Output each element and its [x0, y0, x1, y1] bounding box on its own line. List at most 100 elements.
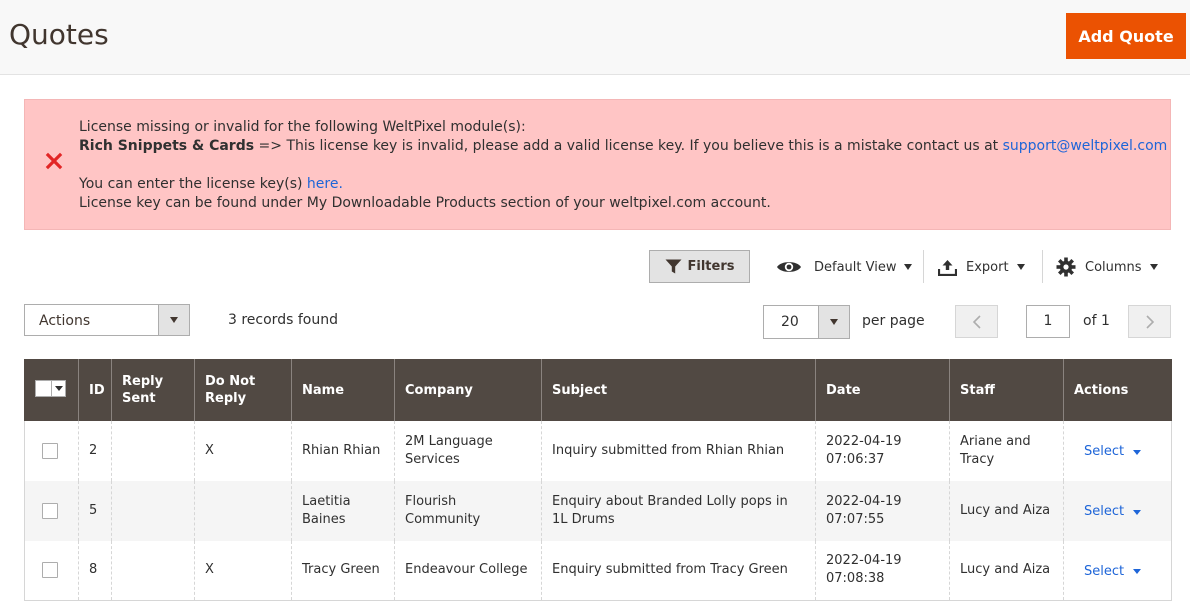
- select-label: Select: [1084, 563, 1125, 579]
- quotes-grid: ID Reply Sent Do Not Reply Name Company …: [24, 359, 1172, 601]
- chevron-down-icon: [904, 264, 913, 270]
- row-checkbox[interactable]: [42, 442, 58, 459]
- page-total: of 1: [1083, 313, 1110, 329]
- filters-label: Filters: [687, 259, 735, 274]
- mass-select-checkbox[interactable]: [35, 379, 66, 397]
- cell-id: 5: [78, 480, 112, 541]
- table-row[interactable]: 5 Laetitia Baines Flourish Community Enq…: [24, 480, 1172, 541]
- per-page-value: 20: [781, 314, 799, 330]
- cell-date: 2022-04-19 07:08:38: [815, 540, 950, 601]
- column-header-actions: Actions: [1063, 359, 1172, 421]
- view-label: Default View: [814, 259, 897, 275]
- license-error-message: License missing or invalid for the follo…: [24, 99, 1171, 230]
- row-select-action[interactable]: Select: [1074, 443, 1142, 461]
- license-here-link[interactable]: here.: [307, 176, 343, 192]
- cell-company: Endeavour College: [394, 540, 542, 601]
- cell-name: Tracy Green: [291, 540, 395, 601]
- mass-actions-select[interactable]: Actions: [24, 304, 190, 336]
- chevron-down-icon: [818, 306, 849, 338]
- cell-actions: Select: [1063, 480, 1172, 541]
- chevron-down-icon: [1149, 264, 1158, 270]
- column-header-subject[interactable]: Subject: [541, 359, 816, 421]
- columns-label: Columns: [1085, 259, 1142, 275]
- chevron-right-icon: [1145, 314, 1154, 329]
- page-header: Quotes Add Quote: [0, 0, 1190, 75]
- export-dropdown[interactable]: Export: [938, 256, 1025, 278]
- table-row[interactable]: 8 X Tracy Green Endeavour College Enquir…: [24, 540, 1172, 601]
- select-label: Select: [1084, 504, 1125, 519]
- chevron-down-icon: [1133, 509, 1142, 515]
- cell-subject: Enquiry submitted from Tracy Green: [541, 540, 816, 601]
- cell-name: Rhian Rhian: [291, 420, 395, 481]
- chevron-down-icon: [1016, 264, 1025, 270]
- cell-id: 2: [78, 420, 112, 481]
- row-select-action[interactable]: Select: [1074, 503, 1142, 521]
- funnel-icon: [665, 259, 681, 274]
- view-dropdown[interactable]: Default View: [776, 256, 913, 278]
- page-number-input[interactable]: 1: [1026, 305, 1070, 338]
- chevron-down-icon: [1133, 449, 1142, 455]
- mass-actions-label: Actions: [39, 313, 91, 329]
- grid-header-row: ID Reply Sent Do Not Reply Name Company …: [24, 359, 1172, 421]
- cell-do-not-reply: X: [194, 540, 292, 601]
- cell-actions: Select: [1063, 420, 1172, 481]
- cell-staff: Lucy and Aiza: [949, 480, 1064, 541]
- message-line-4: License key can be found under My Downlo…: [79, 195, 771, 211]
- chevron-down-icon: [158, 305, 189, 335]
- column-header-date[interactable]: Date: [815, 359, 950, 421]
- column-header-id[interactable]: ID: [78, 359, 112, 421]
- cell-do-not-reply: X: [194, 420, 292, 481]
- row-checkbox-cell: [24, 420, 79, 481]
- cell-reply-sent: [111, 540, 195, 601]
- next-page-button[interactable]: [1128, 305, 1171, 338]
- chevron-down-icon: [1133, 569, 1142, 575]
- records-count: 3 records found: [228, 312, 338, 328]
- row-checkbox[interactable]: [42, 502, 58, 519]
- upload-icon: [938, 259, 957, 276]
- cell-subject: Inquiry submitted from Rhian Rhian: [541, 420, 816, 481]
- cell-date: 2022-04-19 07:06:37: [815, 420, 950, 481]
- eye-icon: [777, 262, 801, 272]
- cell-staff: Ariane and Tracy: [949, 420, 1064, 481]
- row-checkbox[interactable]: [42, 562, 58, 579]
- row-checkbox-cell: [24, 480, 79, 541]
- message-line-2-text: => This license key is invalid, please a…: [254, 138, 1003, 154]
- export-label: Export: [966, 259, 1009, 275]
- message-line-3: You can enter the license key(s) here.: [79, 175, 1167, 194]
- cell-id: 8: [78, 540, 112, 601]
- row-checkbox-cell: [24, 540, 79, 601]
- row-select-action[interactable]: Select: [1074, 563, 1142, 581]
- cell-date: 2022-04-19 07:07:55: [815, 480, 950, 541]
- columns-dropdown[interactable]: Columns: [1056, 256, 1158, 278]
- cell-reply-sent: [111, 420, 195, 481]
- column-header-reply-sent[interactable]: Reply Sent: [111, 359, 195, 421]
- cell-company: Flourish Community: [394, 480, 542, 541]
- add-quote-button[interactable]: Add Quote: [1066, 13, 1186, 59]
- cell-name: Laetitia Baines: [291, 480, 395, 541]
- column-header-do-not-reply[interactable]: Do Not Reply: [194, 359, 292, 421]
- previous-page-button[interactable]: [955, 305, 998, 338]
- cell-company: 2M Language Services: [394, 420, 542, 481]
- table-row[interactable]: 2 X Rhian Rhian 2M Language Services Inq…: [24, 420, 1172, 481]
- message-line-3-text: You can enter the license key(s): [79, 176, 307, 192]
- page-title: Quotes: [9, 18, 109, 51]
- column-header-name[interactable]: Name: [291, 359, 395, 421]
- chevron-down-icon: [51, 380, 65, 396]
- cell-reply-sent: [111, 480, 195, 541]
- per-page-label: per page: [862, 313, 925, 329]
- cell-do-not-reply: [194, 480, 292, 541]
- filters-button[interactable]: Filters: [649, 250, 750, 283]
- message-line-1: License missing or invalid for the follo…: [79, 119, 526, 135]
- error-x-icon: [45, 152, 63, 170]
- support-email-link[interactable]: support@weltpixel.com: [1003, 138, 1168, 154]
- gear-icon: [1056, 257, 1076, 277]
- column-header-staff[interactable]: Staff: [949, 359, 1064, 421]
- select-label: Select: [1084, 444, 1125, 459]
- message-line-2: Rich Snippets & Cards => This license ke…: [79, 137, 1167, 156]
- column-header-company[interactable]: Company: [394, 359, 542, 421]
- cell-subject: Enquiry about Branded Lolly pops in 1L D…: [541, 480, 816, 541]
- cell-actions: Select: [1063, 540, 1172, 601]
- per-page-select[interactable]: 20: [763, 305, 850, 339]
- select-all-header[interactable]: [24, 359, 79, 421]
